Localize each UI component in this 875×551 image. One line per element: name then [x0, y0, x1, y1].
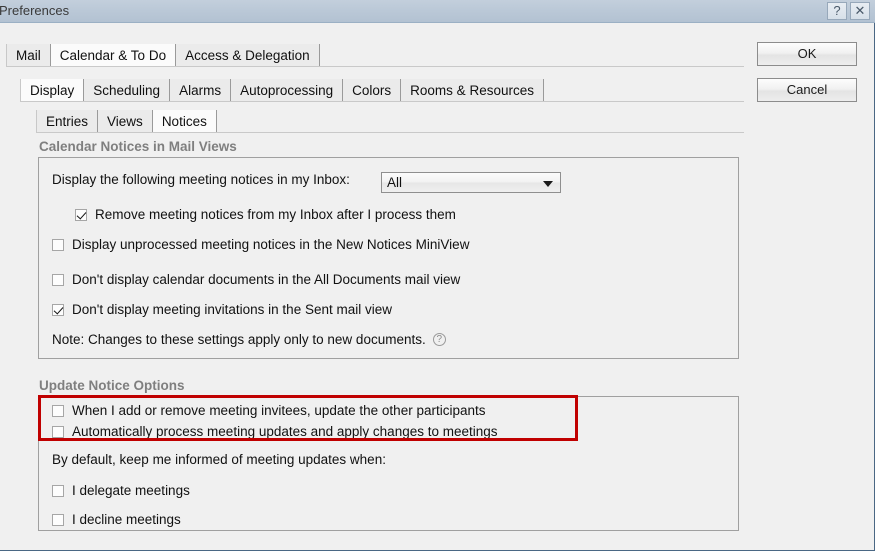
tab-autoprocessing[interactable]: Autoprocessing: [231, 79, 344, 101]
tab-alarms[interactable]: Alarms: [170, 79, 232, 101]
tab-underline-1: [6, 66, 744, 67]
checkbox-delegate-meetings[interactable]: [52, 484, 64, 497]
checkbox-row-delegate-meetings[interactable]: I delegate meetings: [52, 483, 190, 498]
checkbox-remove-notices[interactable]: [75, 208, 87, 221]
settings-note-row: Note: Changes to these settings apply on…: [52, 332, 446, 347]
chevron-down-icon: [543, 181, 553, 187]
tab-underline-2: [20, 101, 744, 102]
section-heading-calendar-notices: Calendar Notices in Mail Views: [39, 139, 237, 154]
checkbox-row-update-participants[interactable]: When I add or remove meeting invitees, u…: [52, 403, 485, 418]
tab-colors[interactable]: Colors: [343, 79, 402, 101]
tab-mail[interactable]: Mail: [6, 44, 51, 66]
preferences-window: Preferences ? ✕ OK Cancel Mail Calendar &…: [0, 0, 875, 551]
tab-bar-level-3: Entries Views Notices: [36, 110, 217, 132]
tab-views[interactable]: Views: [98, 110, 153, 132]
tab-rooms-resources[interactable]: Rooms & Resources: [401, 79, 544, 101]
inform-label: By default, keep me informed of meeting …: [52, 452, 386, 467]
checkbox-hide-calendar-docs[interactable]: [52, 273, 64, 286]
display-notices-row: Display the following meeting notices in…: [52, 172, 350, 187]
tab-bar-level-1: Mail Calendar & To Do Access & Delegation: [6, 44, 320, 66]
tab-calendar-to-do[interactable]: Calendar & To Do: [50, 44, 177, 66]
checkbox-row-auto-process-updates[interactable]: Automatically process meeting updates an…: [52, 424, 498, 439]
checkbox-decline-meetings[interactable]: [52, 513, 64, 526]
tab-access-delegation[interactable]: Access & Delegation: [176, 44, 320, 66]
window-title: Preferences: [0, 3, 70, 18]
checkbox-auto-process-updates[interactable]: [52, 425, 64, 438]
inform-label-row: By default, keep me informed of meeting …: [52, 452, 386, 467]
ok-button[interactable]: OK: [757, 42, 857, 66]
checkbox-label-remove-notices: Remove meeting notices from my Inbox aft…: [95, 207, 456, 222]
checkbox-row-hide-sent-invitations[interactable]: Don't display meeting invitations in the…: [52, 302, 392, 317]
meeting-notices-dropdown[interactable]: All: [381, 172, 561, 193]
note-help-icon[interactable]: ?: [432, 333, 446, 346]
checkbox-label-update-participants: When I add or remove meeting invitees, u…: [72, 403, 486, 418]
checkbox-row-hide-calendar-docs[interactable]: Don't display calendar documents in the …: [52, 272, 460, 287]
checkbox-row-unprocessed-miniview[interactable]: Display unprocessed meeting notices in t…: [52, 237, 469, 252]
checkbox-hide-sent-invitations[interactable]: [52, 303, 64, 316]
checkbox-unprocessed-miniview[interactable]: [52, 238, 64, 251]
checkbox-row-decline-meetings[interactable]: I decline meetings: [52, 512, 181, 527]
close-icon[interactable]: ✕: [850, 2, 870, 20]
title-bar-buttons: ? ✕: [827, 2, 870, 20]
tab-underline-3: [36, 132, 744, 133]
tab-bar-level-2: Display Scheduling Alarms Autoprocessing Col…: [20, 79, 544, 101]
tab-scheduling[interactable]: Scheduling: [84, 79, 171, 101]
tab-display[interactable]: Display: [20, 79, 85, 101]
tab-notices[interactable]: Notices: [152, 110, 217, 132]
help-icon[interactable]: ?: [827, 2, 847, 20]
cancel-button[interactable]: Cancel: [757, 78, 857, 102]
checkbox-label-hide-sent-invitations: Don't display meeting invitations in the…: [72, 302, 392, 317]
tab-entries[interactable]: Entries: [36, 110, 99, 132]
checkbox-label-hide-calendar-docs: Don't display calendar documents in the …: [72, 272, 461, 287]
title-bar: Preferences ? ✕: [0, 0, 875, 23]
dropdown-value: All: [387, 175, 403, 190]
checkbox-label-delegate-meetings: I delegate meetings: [72, 483, 190, 498]
display-notices-label: Display the following meeting notices in…: [52, 172, 350, 187]
section-heading-update-notice: Update Notice Options: [39, 378, 185, 393]
checkbox-row-remove-notices[interactable]: Remove meeting notices from my Inbox aft…: [75, 207, 456, 222]
checkbox-label-auto-process-updates: Automatically process meeting updates an…: [72, 424, 498, 439]
checkbox-update-participants[interactable]: [52, 404, 64, 417]
checkbox-label-decline-meetings: I decline meetings: [72, 512, 181, 527]
checkbox-label-unprocessed-miniview: Display unprocessed meeting notices in t…: [72, 237, 470, 252]
settings-note-text: Note: Changes to these settings apply on…: [52, 332, 426, 347]
